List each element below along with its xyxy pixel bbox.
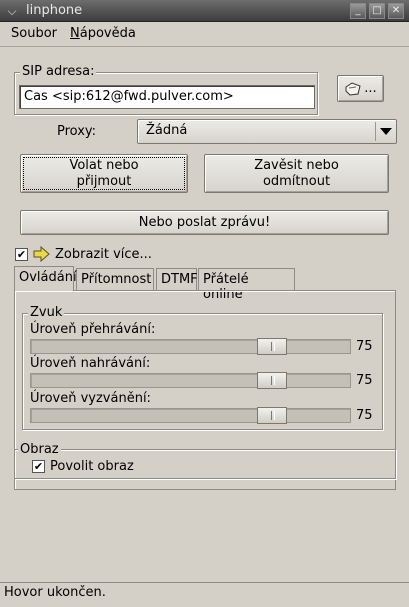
slider-label: Úroveň přehrávání: bbox=[30, 322, 156, 337]
slider-handle[interactable] bbox=[256, 372, 287, 389]
enable-video-label[interactable]: Povolit obraz bbox=[50, 459, 134, 474]
tab-dtmf[interactable]: DTMF bbox=[156, 268, 198, 291]
send-message-button-label: Nebo poslat zprávu! bbox=[138, 214, 271, 230]
hangup-button[interactable]: Zavěsit nebo odmítnout bbox=[204, 154, 389, 193]
window-title: linphone bbox=[26, 3, 83, 18]
arrow-icon bbox=[33, 246, 50, 262]
volume-slider[interactable] bbox=[30, 372, 351, 389]
call-button-label: Volat nebo přijmout bbox=[69, 157, 139, 189]
addressbook-button-label: ... bbox=[364, 80, 377, 96]
status-text: Hovor ukončen. bbox=[4, 585, 106, 600]
proxy-label: Proxy: bbox=[57, 124, 97, 139]
show-more-checkbox[interactable]: ✔ bbox=[15, 248, 28, 261]
slider-label: Úroveň vyzvánění: bbox=[30, 391, 151, 406]
slider-value: 75 bbox=[356, 373, 373, 388]
volume-slider[interactable] bbox=[30, 338, 351, 355]
call-button[interactable]: Volat nebo přijmout bbox=[20, 154, 188, 193]
hangup-button-label: Zavěsit nebo odmítnout bbox=[254, 157, 339, 189]
addressbook-button[interactable]: ... bbox=[337, 75, 384, 102]
slider-handle[interactable] bbox=[256, 407, 287, 424]
send-message-button[interactable]: Nebo poslat zprávu! bbox=[20, 210, 389, 235]
proxy-select[interactable]: Žádná bbox=[137, 119, 397, 144]
show-more-label[interactable]: Zobrazit více... bbox=[55, 247, 152, 262]
sound-frame-label: Zvuk bbox=[28, 305, 65, 320]
tab-pritomnost[interactable]: Přítomnost bbox=[76, 268, 154, 291]
minimize-icon[interactable]: _ bbox=[350, 3, 366, 19]
video-frame-label: Obraz bbox=[18, 442, 61, 457]
sip-address-input[interactable]: Cas <sip:612@fwd.pulver.com> bbox=[19, 85, 315, 109]
volume-slider[interactable] bbox=[30, 407, 351, 424]
menu-bar: Soubor Nápověda bbox=[0, 22, 409, 47]
menu-napoveda[interactable]: Nápověda bbox=[70, 26, 136, 41]
menu-soubor[interactable]: Soubor bbox=[11, 26, 57, 41]
slider-handle[interactable] bbox=[256, 338, 287, 355]
enable-video-checkbox[interactable]: ✔ bbox=[32, 460, 45, 473]
chevron-down-icon bbox=[380, 128, 392, 135]
tab-pratele-online[interactable]: Přátelé online bbox=[198, 268, 295, 302]
sip-address-label: SIP adresa: bbox=[20, 64, 97, 79]
status-bar: Hovor ukončen. bbox=[0, 582, 409, 607]
proxy-select-value: Žádná bbox=[146, 123, 188, 138]
slider-label: Úroveň nahrávání: bbox=[30, 356, 151, 371]
proxy-dropdown-arrow[interactable] bbox=[375, 122, 396, 141]
title-bar[interactable]: ⌵ linphone _ □ ✕ bbox=[0, 0, 409, 22]
slider-value: 75 bbox=[356, 339, 373, 354]
window-menu-icon[interactable]: ⌵ bbox=[4, 3, 20, 19]
tab-ovladani[interactable]: Ovládání bbox=[14, 266, 77, 291]
close-icon[interactable]: ✕ bbox=[388, 3, 404, 19]
maximize-icon[interactable]: □ bbox=[369, 3, 385, 19]
addressbook-icon bbox=[345, 81, 361, 96]
slider-value: 75 bbox=[356, 408, 373, 423]
